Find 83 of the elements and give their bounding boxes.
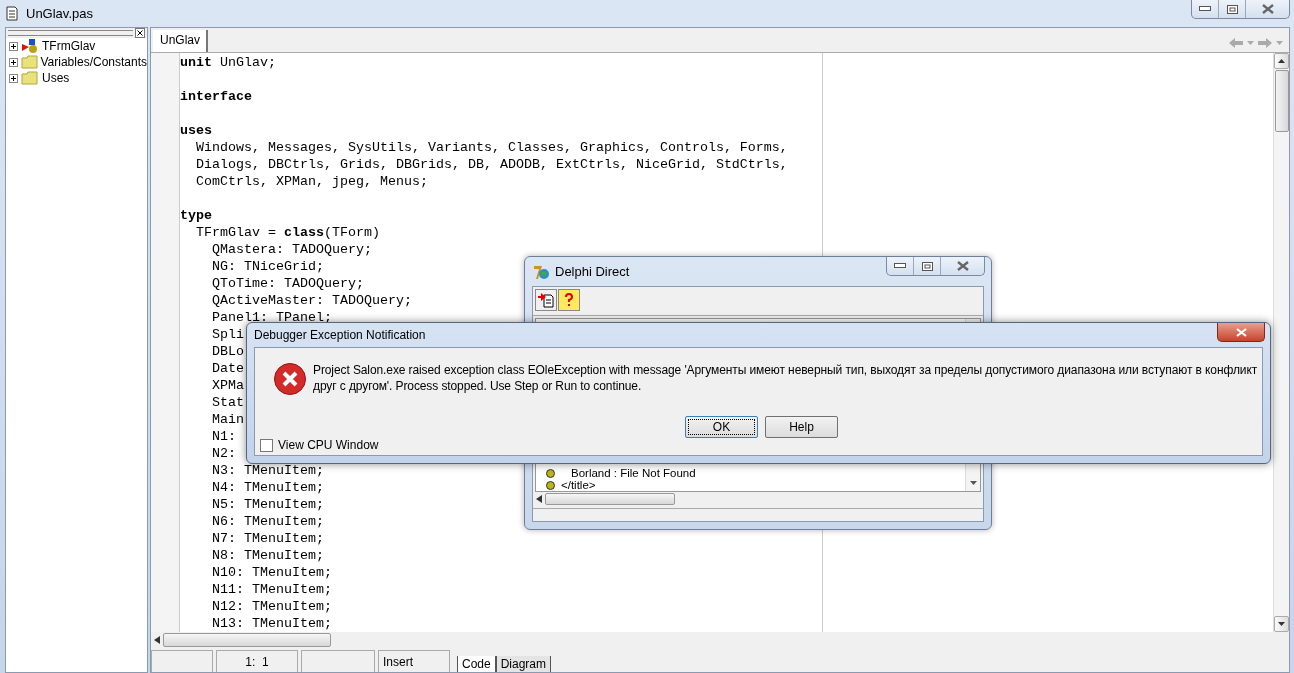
code-line: QActiveMaster: TADOQuery;: [211, 292, 412, 309]
code-line: QToTime: TADOQuery;: [211, 275, 364, 292]
tree-item[interactable]: Variables/Constants: [40, 55, 147, 69]
code-line: N1:: [211, 428, 236, 445]
code-line: Windows, Messages, SysUtils, Variants, Classes, Graphics, Controls, Forms,: [195, 139, 788, 156]
dot-icon: [546, 468, 555, 478]
maximize-icon: [1226, 4, 1238, 14]
code-line: NG: TNiceGrid;: [211, 258, 324, 275]
scrollbar-thumb[interactable]: [545, 493, 675, 505]
refresh-document-button[interactable]: [535, 289, 557, 311]
code-line: N4: TMenuItem;: [211, 479, 324, 496]
scroll-up-icon[interactable]: [1278, 59, 1285, 63]
help-button[interactable]: [558, 289, 580, 311]
close-icon: [1235, 327, 1247, 337]
window-title: Delphi Direct: [555, 264, 630, 279]
close-icon[interactable]: [135, 28, 145, 38]
cursor-position: 1: 1: [216, 650, 298, 672]
code-line: Panel1: TPanel;: [211, 309, 332, 326]
code-line: type: [180, 207, 212, 224]
tree-item[interactable]: </title>: [559, 479, 596, 491]
code-line: N6: TMenuItem;: [211, 513, 324, 530]
scroll-down-icon[interactable]: [969, 481, 977, 485]
code-line: Date: [211, 360, 244, 377]
edit-mode: Insert: [378, 650, 450, 672]
code-line: N2:: [211, 445, 236, 462]
document-icon: [6, 6, 18, 21]
error-message: Project Salon.exe raised exception class EOleException with message 'Аргументы имеют неверный тип, выходят за пределы допустимого диапазона или вступают в конфликт друг с другом'. Process stopped. Use Step or Run to continue.: [313, 362, 1258, 395]
code-line: N10: TMenuItem;: [211, 564, 332, 581]
code-line: TFrmGlav = class(TForm): [195, 224, 380, 241]
dialog-title: Debugger Exception Notification: [254, 328, 426, 342]
scroll-left-icon[interactable]: [154, 636, 160, 644]
maximize-icon: [921, 261, 933, 271]
code-line: N3: TMenuItem;: [211, 462, 324, 479]
document-arrow-icon: [538, 292, 554, 308]
minimize-icon: [894, 263, 906, 269]
tree-item[interactable]: Borland : File Not Found: [559, 467, 696, 479]
folder-icon: [20, 55, 38, 69]
scroll-down-icon[interactable]: [1278, 622, 1285, 626]
scrollbar-thumb[interactable]: [163, 633, 331, 647]
checkbox[interactable]: [260, 438, 273, 452]
checkbox-label[interactable]: View CPU Window: [278, 438, 379, 452]
window-title: UnGlav.pas: [26, 6, 93, 21]
view-tab[interactable]: Diagram: [495, 656, 552, 672]
code-line: DBLo: [211, 343, 244, 360]
code-line: N5: TMenuItem;: [211, 496, 324, 513]
question-mark-icon: [564, 293, 574, 307]
code-line: Spli: [211, 326, 244, 343]
code-line: XPMa: [211, 377, 244, 394]
code-line: Dialogs, DBCtrls, Grids, DBGrids, DB, ADODB, ExtCtrls, NiceGrid, StdCtrls,: [195, 156, 788, 173]
code-line: ComCtrls, XPMan, jpeg, Menus;: [195, 173, 428, 190]
folder-icon: [21, 71, 39, 85]
code-line: N11: TMenuItem;: [211, 581, 332, 598]
code-line: N7: TMenuItem;: [211, 530, 324, 547]
close-icon: [956, 261, 969, 271]
code-line: N13: TMenuItem;: [211, 615, 332, 632]
delphi-logo-icon: [533, 263, 549, 280]
dialog-button[interactable]: OK: [685, 416, 758, 438]
view-tab[interactable]: Code: [457, 656, 496, 672]
dialog-button[interactable]: Help: [765, 416, 838, 438]
expand-icon[interactable]: [9, 57, 18, 67]
tree-item[interactable]: TFrmGlav: [42, 39, 96, 53]
code-line: N8: TMenuItem;: [211, 547, 324, 564]
close-button[interactable]: [1217, 323, 1265, 342]
expand-icon[interactable]: [9, 73, 18, 83]
scrollbar-thumb[interactable]: [1274, 70, 1289, 132]
code-line: Stat: [211, 394, 244, 411]
class-icon: [21, 38, 39, 54]
code-line: N12: TMenuItem;: [211, 598, 332, 615]
expand-icon[interactable]: [9, 41, 18, 51]
close-icon: [1261, 4, 1274, 14]
scroll-left-icon[interactable]: [536, 495, 542, 503]
code-line: Main: [211, 411, 244, 428]
code-line: QMastera: TADOQuery;: [211, 241, 372, 258]
minimize-icon: [1199, 6, 1211, 12]
code-line: interface: [180, 88, 252, 105]
editor-tab[interactable]: UnGlav: [153, 30, 208, 52]
status-cell: [151, 650, 213, 672]
vertical-scrollbar[interactable]: [1273, 53, 1289, 632]
code-line: unit UnGlav;: [180, 54, 276, 71]
dot-icon: [546, 480, 555, 490]
error-icon: [273, 362, 307, 396]
code-line: uses: [180, 122, 212, 139]
tree-item[interactable]: Uses: [42, 71, 70, 85]
